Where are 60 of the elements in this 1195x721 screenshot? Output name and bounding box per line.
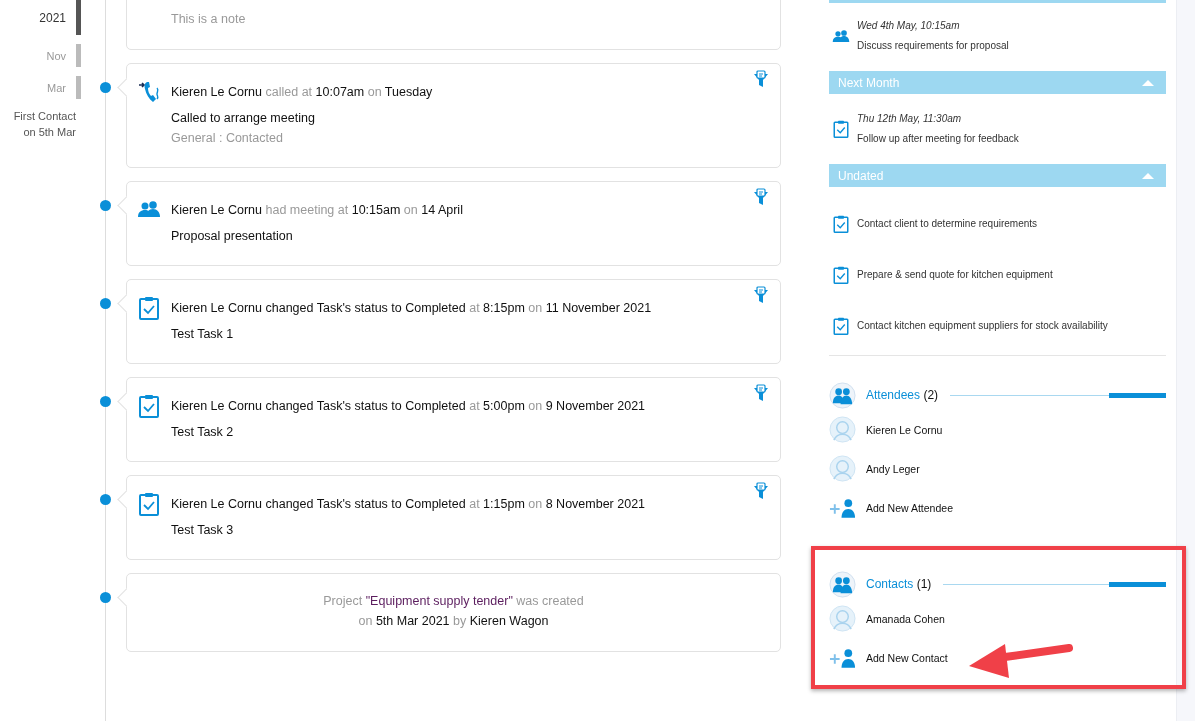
first-contact-label: First Contact on 5th Mar — [12, 109, 76, 140]
group-icon — [829, 381, 856, 409]
event-summary: Project "Equipment supply tender" was created — [323, 593, 584, 610]
event-description: Test Task 1 — [171, 326, 235, 343]
event-category: General : Contacted — [171, 130, 284, 147]
marker-bar — [76, 76, 81, 99]
agenda-item[interactable]: Prepare & send quote for kitchen equipment — [857, 265, 1053, 285]
agenda-date: Thu 12th May, 11:30am — [857, 112, 963, 126]
timeline-dot — [100, 82, 111, 93]
add-link[interactable]: Add New Attendee — [866, 501, 953, 514]
clipboard-check-icon — [832, 316, 850, 336]
timeline-marker-label[interactable]: 2021 — [39, 10, 66, 25]
event-summary: Kieren Le Cornu changed Task's status to Completed at 8:15pm on 11 November 2021 — [171, 300, 652, 317]
person-name[interactable]: Kieren Le Cornu — [866, 423, 943, 436]
project-link[interactable]: "Equipment supply tender" — [365, 594, 513, 608]
person-name[interactable]: Andy Leger — [866, 462, 920, 475]
timeline-dot — [100, 494, 111, 505]
event-summary: Kieren Le Cornu changed Task's status to Completed at 5:00pm on 9 November 2021 — [171, 398, 646, 415]
clipboard-check-icon — [137, 492, 161, 516]
clipboard-check-icon — [137, 296, 161, 320]
agenda-item[interactable]: Contact client to determine requirements — [857, 214, 1038, 234]
agenda-item[interactable]: Contact kitchen equipment suppliers for stock availability — [857, 316, 1108, 336]
event-summary: on 5th Mar 2021 by Kieren Wagon — [357, 613, 550, 630]
event-summary: Kieren Le Cornu had meeting at 10:15am on 14 April — [171, 202, 463, 219]
timeline-dot — [100, 298, 111, 309]
add-person-icon[interactable] — [829, 497, 856, 518]
agenda-date: Wed 4th May, 10:15am — [857, 19, 961, 33]
event-description: Proposal presentation — [171, 228, 294, 245]
phone-call-icon — [137, 80, 161, 104]
funnel-icon[interactable] — [753, 482, 769, 500]
add-person-icon[interactable] — [829, 647, 856, 668]
add-link[interactable]: Add New Contact — [866, 651, 948, 664]
funnel-icon[interactable] — [753, 286, 769, 304]
section-title[interactable]: Contacts (1) — [866, 577, 932, 591]
avatar-icon — [829, 455, 856, 482]
marker-bar — [76, 0, 81, 35]
avatar-icon — [829, 416, 856, 443]
clipboard-check-icon — [137, 394, 161, 418]
clipboard-check-icon — [832, 265, 850, 285]
agenda-item[interactable]: Follow up after meeting for feedback — [857, 129, 1019, 149]
event-summary: Kieren Le Cornu changed Task's status to Completed at 1:15pm on 8 November 2021 — [171, 496, 646, 513]
marker-bar — [76, 44, 81, 67]
event-description: Called to arrange meeting — [171, 110, 316, 127]
clipboard-check-icon — [832, 214, 850, 234]
timeline-dot — [100, 396, 111, 407]
agenda-item[interactable]: Discuss requirements for proposal — [857, 36, 1009, 56]
avatar-icon — [829, 605, 856, 632]
event-summary: Kieren Le Cornu called at 10:07am on Tuesday — [171, 84, 433, 101]
person-name[interactable]: Amanada Cohen — [866, 612, 945, 625]
section-title[interactable]: Attendees (2) — [866, 388, 939, 402]
event-description: Test Task 3 — [171, 522, 235, 539]
timeline-dot — [100, 592, 111, 603]
group-icon — [829, 570, 856, 598]
funnel-icon[interactable] — [753, 188, 769, 206]
funnel-icon[interactable] — [753, 384, 769, 402]
timeline-dot — [100, 200, 111, 211]
event-description: This is a note — [171, 11, 246, 28]
clipboard-check-icon — [832, 119, 850, 139]
event-description: Test Task 2 — [171, 424, 235, 441]
funnel-icon[interactable] — [753, 70, 769, 88]
